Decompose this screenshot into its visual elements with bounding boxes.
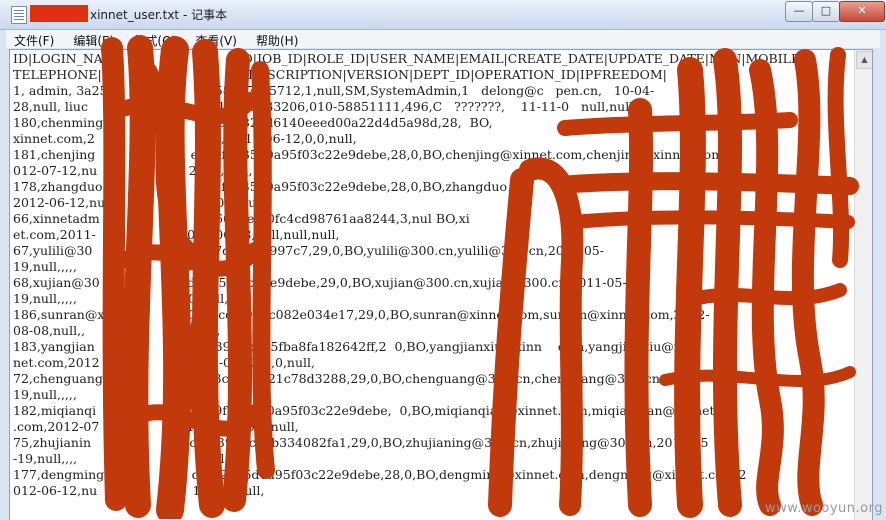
text-line: 75,zhujianin c1c97f3957ca0b334082fa1,29,… <box>13 435 709 450</box>
text-line: 19,null,,,,, ,0,null, <box>13 387 217 402</box>
text-line: 182,miqianqi 0ede9f2735d0a95f03c22e9debe… <box>13 403 715 418</box>
text-line: 012-07-12,nu 2,0,0,null, <box>13 163 253 178</box>
scroll-up-arrow-icon[interactable]: ▲ <box>856 51 872 69</box>
text-line: 012-06-12,nu 12,0,0,null, <box>13 483 265 498</box>
text-line: net.com,2012 2012-07-13,0,0,null, <box>13 355 315 370</box>
text-content[interactable]: ID|LOGIN_NAM D|JOB_ID|ROLE_ID|USER_NAME|… <box>13 51 869 499</box>
menu-view[interactable]: 查看(V) <box>187 32 243 50</box>
text-line: 28,null, liuc com,13641033206,010-588511… <box>13 99 650 114</box>
text-line: xinnet.com,2 CA,,2012-06-12,0,0,null, <box>13 131 357 146</box>
text-line: 183,yangjian 8257f3905b685fba8fa182642ff… <box>13 339 693 354</box>
text-line: et.com,2011- ,012-06-18,null,null,null, <box>13 227 340 242</box>
text-line: 178,zhangduo de9f2735d0a95f03c22e9debe,2… <box>13 179 635 194</box>
menu-help[interactable]: 帮助(H) <box>248 32 304 50</box>
text-editor[interactable]: ID|LOGIN_NAM D|JOB_ID|ROLE_ID|USER_NAME|… <box>9 49 873 520</box>
text-line: .com,2012-07 12-07-12,0,0,null, <box>13 419 299 434</box>
text-line: 68,xujian@30 d0a95f03c22e9debe,29,0,BO,x… <box>13 275 627 290</box>
text-line: 67,yulili@30 ba37c7d078be997c7,29,0,BO,y… <box>13 243 604 258</box>
menu-format[interactable]: 格式(O) <box>125 32 182 50</box>
title-redaction <box>30 5 88 22</box>
text-line: -19,null,,,, 06 null, <box>13 451 229 466</box>
text-line: ID|LOGIN_NAM D|JOB_ID|ROLE_ID|USER_NAME|… <box>13 51 805 66</box>
text-line: TELEPHONE|OF |DESCRIPTION|VERSION|DEPT_I… <box>13 67 667 82</box>
text-line: 186,sunran@x 0adccc6f995c082e034e17,29,0… <box>13 307 710 322</box>
text-line: 181,chenjing ede9f2735d0a95f03c22e9debe,… <box>13 147 735 162</box>
text-line: 08-08,null,, ,0,null, <box>13 323 221 338</box>
watermark: www.wooyun.org <box>764 501 883 516</box>
close-button[interactable]: ✕ <box>839 1 885 22</box>
menu-edit[interactable]: 编辑(E) <box>65 32 120 50</box>
maximize-button[interactable]: □ <box>812 1 840 22</box>
notepad-icon <box>11 6 27 24</box>
window-title: xinnet_user.txt - 记事本 <box>90 8 228 22</box>
menu-bar: 文件(F) 编辑(E) 格式(O) 查看(V) 帮助(H) <box>6 30 880 48</box>
text-line: 72,chenguang e423ce083121c78d3288,29,0,B… <box>13 371 700 386</box>
text-line: 66,xinnetadm d76664ef10fc4cd98761aa8244,… <box>13 211 609 226</box>
minimize-button[interactable]: — <box>785 1 813 22</box>
text-line: 1, admin, 3a25 58817ce5712,1,null,SM,Sys… <box>13 83 655 98</box>
text-line: 19,null,,,,, ,0,0,null, <box>13 291 229 306</box>
text-line: 180,chenming ded3882ad6140eeed00a22d4d5a… <box>13 115 633 130</box>
text-line: 2012-06-12,nu 2,0,0,null, <box>13 195 269 210</box>
title-bar: xinnet_user.txt - 记事本 — □ ✕ <box>0 0 886 30</box>
text-line: 19,null,,,,, 2,0,0,null, <box>13 259 237 274</box>
text-line: 177,dengming de9f2735d0a95f03c22e9debe,2… <box>13 467 747 482</box>
menu-file[interactable]: 文件(F) <box>6 32 60 50</box>
vertical-scrollbar[interactable]: ▲ <box>854 50 872 520</box>
